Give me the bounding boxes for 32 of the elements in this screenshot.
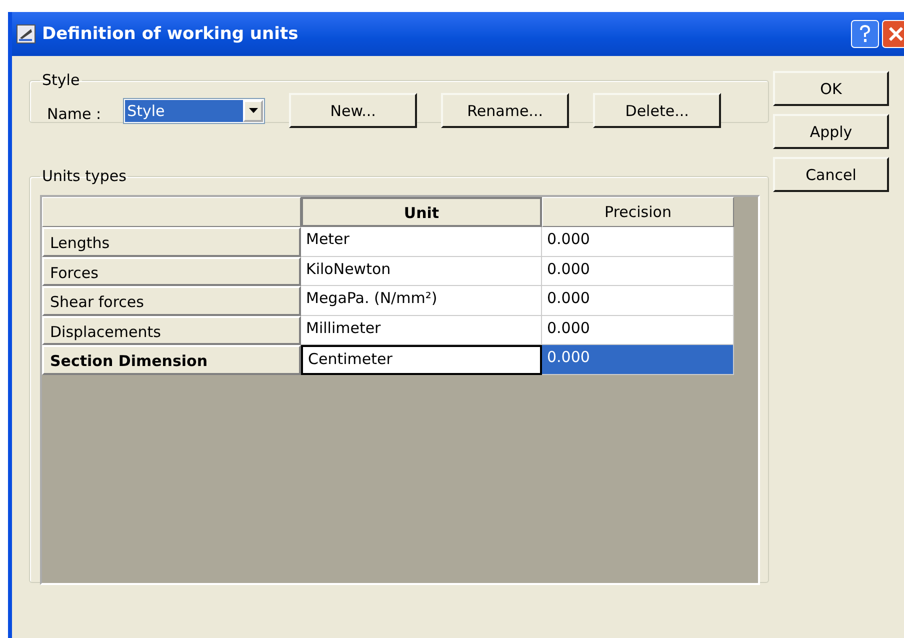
table-cell[interactable]: 0.000 [542,345,734,374]
table-cell[interactable]: 0.000 [542,227,734,256]
table-cell[interactable]: 0.000 [542,256,734,286]
row-header[interactable]: Section Dimension [42,345,301,374]
name-label: Name : [47,104,102,122]
group-title: Style [41,71,81,89]
table-cell[interactable]: 0.000 [542,316,734,345]
dialog-button[interactable]: OK [773,71,889,106]
dialog-button[interactable]: Delete... [593,93,722,128]
column-header[interactable]: Precision [542,197,734,227]
row-header[interactable]: Forces [42,256,301,286]
table-cell[interactable]: Millimeter [301,316,542,345]
close-icon[interactable] [882,20,904,48]
dialog-button[interactable]: Rename... [441,93,570,128]
group-title: Units types [41,167,128,185]
table-cell[interactable]: 0.000 [542,286,734,316]
row-header[interactable]: Lengths [42,227,301,256]
table-cell[interactable]: MegaPa. (N/mm²) [301,286,542,316]
caret-icon [248,108,258,113]
table-cell[interactable]: Centimeter [301,345,542,374]
app-icon [16,24,36,44]
dialog-button[interactable]: New... [289,93,418,128]
table-cell[interactable]: Meter [301,227,542,256]
help-icon[interactable] [851,20,879,48]
dialog-button[interactable]: Cancel [773,157,889,192]
name-dropdown[interactable]: Style [123,98,266,124]
row-header[interactable]: Displacements [42,316,301,345]
row-header[interactable]: Shear forces [42,286,301,316]
dialog-button[interactable]: Apply [773,114,889,149]
window-title: Definition of working units [42,24,300,44]
table-cell[interactable]: KiloNewton [301,256,542,286]
column-header[interactable]: Unit [301,197,542,227]
